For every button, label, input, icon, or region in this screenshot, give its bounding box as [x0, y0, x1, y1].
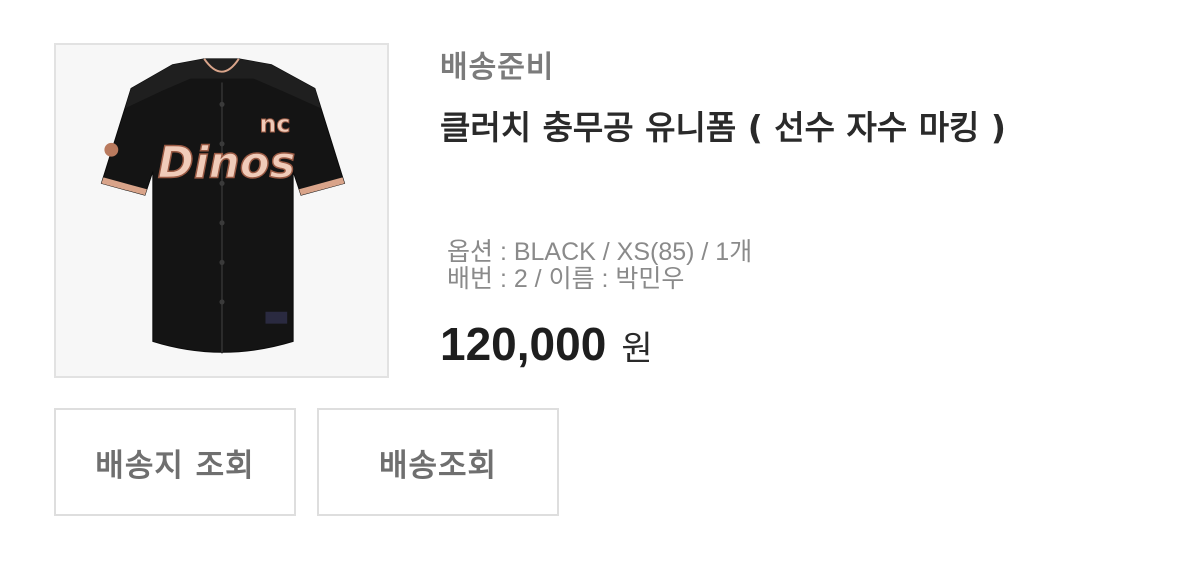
address-lookup-button[interactable]: 배송지 조회	[54, 408, 296, 516]
marking-summary: 배번 : 2 / 이름 : 박민우	[447, 265, 685, 293]
product-name: 클러치 충무공 유니폼 ( 선수 자수 마킹 )	[440, 108, 1006, 147]
order-status: 배송준비	[440, 50, 555, 85]
price: 120,000 원	[440, 318, 653, 381]
price-amount: 120,000	[440, 318, 607, 370]
jersey-logo-text: nc	[260, 110, 291, 138]
price-unit: 원	[621, 329, 653, 369]
jersey-image: nc Dinos	[56, 45, 387, 376]
product-thumbnail[interactable]: nc Dinos	[54, 43, 389, 378]
order-item-card: nc Dinos 배송준비 클러치 충무공 유니폼 ( 선수 자수 마킹 ) 옵…	[0, 0, 1179, 561]
option-summary: 옵션 : BLACK / XS(85) / 1개	[447, 238, 753, 266]
jersey-wordmark-text: Dinos	[158, 138, 296, 188]
delivery-tracking-button[interactable]: 배송조회	[317, 408, 559, 516]
